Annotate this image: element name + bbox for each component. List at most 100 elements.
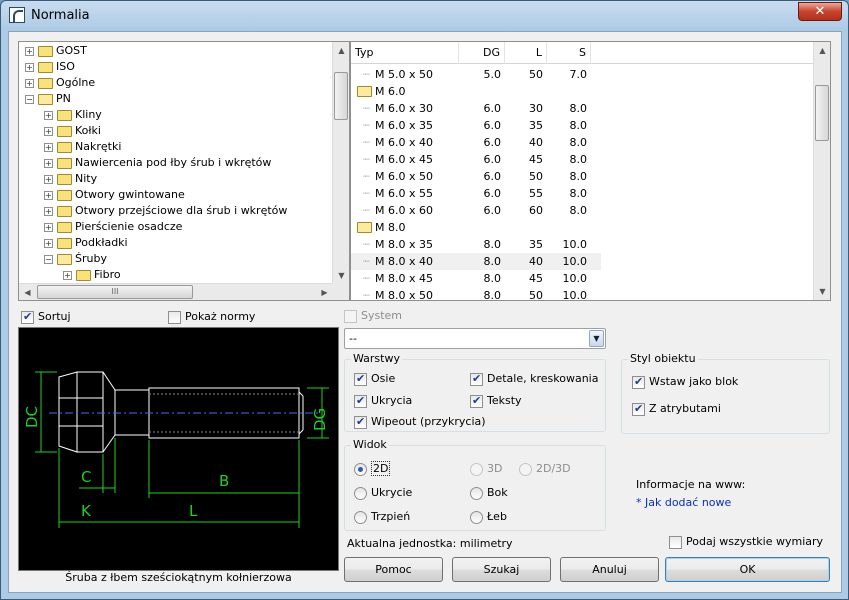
expand-icon[interactable]: + [63,270,72,280]
column-header-s[interactable]: S [547,42,591,64]
table-row[interactable]: ┈ M 6.0 x 40 6.0 40 8.0 [351,134,601,151]
tree-item[interactable]: − Śruby [44,251,107,267]
checkbox-box[interactable] [21,310,34,324]
sortuj-checkbox[interactable]: Sortuj [21,310,71,324]
title-bar[interactable]: Normalia ✕ [1,1,848,31]
table-row[interactable]: ┈ M 8.0 x 40 8.0 40 10.0 [351,253,601,270]
table-row[interactable]: ┈ M 5.0 x 50 5.0 50 7.0 [351,66,601,83]
radio-button[interactable] [354,462,367,476]
checkbox-box[interactable] [354,394,367,408]
list-vertical-scrollbar[interactable]: ▲ ▼ [813,42,830,300]
checkbox-box[interactable] [168,310,181,324]
column-header-l[interactable]: L [505,42,547,64]
expand-icon[interactable]: + [44,110,53,120]
widok-2d3d-radio[interactable]: 2D/3D [519,462,571,476]
scroll-thumb[interactable] [815,85,829,141]
ok-button[interactable]: OK [665,557,830,582]
radio-button[interactable] [470,462,483,476]
collapse-icon[interactable]: − [25,94,34,104]
widok-leb-radio[interactable]: Łeb [470,510,507,524]
teksty-checkbox[interactable]: Teksty [470,394,522,408]
table-row[interactable]: ┈ M 6.0 x 55 6.0 55 8.0 [351,185,601,202]
table-row[interactable]: ┈ M 6.0 x 30 6.0 30 8.0 [351,100,601,117]
checkbox-box[interactable] [354,415,367,429]
scroll-down-icon[interactable]: ▼ [814,283,830,300]
radio-button[interactable] [470,510,483,524]
widok-trzpien-radio[interactable]: Trzpień [354,510,410,524]
table-row[interactable]: ┈ M 6.0 x 35 6.0 35 8.0 [351,117,601,134]
checkbox-box[interactable] [470,372,483,386]
table-row[interactable]: ┈ M 8.0 x 45 8.0 45 10.0 [351,270,601,287]
osie-checkbox[interactable]: Osie [354,372,395,386]
checkbox-box[interactable] [470,394,483,408]
tree-item[interactable]: + Nakrętki [44,139,121,155]
column-header-typ[interactable]: Typ [351,42,459,64]
pomoc-button[interactable]: Pomoc [344,557,443,582]
table-row[interactable]: ┈ M 6.0 x 50 6.0 50 8.0 [351,168,601,185]
scroll-thumb[interactable] [334,72,348,120]
expand-icon[interactable]: + [44,158,53,168]
scroll-down-icon[interactable]: ▼ [333,267,349,284]
expand-icon[interactable]: + [44,190,53,200]
tree-item[interactable]: + Otwory przejściowe dla śrub i wkrętów [44,203,287,219]
checkbox-box[interactable] [354,372,367,386]
szukaj-button[interactable]: Szukaj [452,557,551,582]
ukrycia-checkbox[interactable]: Ukrycia [354,394,412,408]
radio-button[interactable] [470,486,483,500]
widok-2d-radio[interactable]: 2D [354,461,391,476]
column-header-dg[interactable]: DG [459,42,505,64]
tree-item[interactable]: + Fibro [63,267,121,283]
radio-button[interactable] [519,462,532,476]
tree-item[interactable]: + Otwory gwintowane [44,187,185,203]
scroll-up-icon[interactable]: ▲ [333,42,349,59]
tree-horizontal-scrollbar[interactable]: ◀ III ▶ [19,283,333,300]
expand-icon[interactable]: + [25,62,34,72]
anuluj-button[interactable]: Anuluj [560,557,659,582]
checkbox-box[interactable] [344,309,357,323]
radio-button[interactable] [354,510,367,524]
collapse-icon[interactable]: − [44,254,53,264]
tree-item[interactable]: + ISO [25,59,75,75]
scroll-left-icon[interactable]: ◀ [19,284,36,300]
expand-icon[interactable]: + [25,46,34,56]
tree-item[interactable]: + GOST [25,43,87,59]
widok-ukrycie-radio[interactable]: Ukrycie [354,486,412,500]
system-combobox[interactable]: -- ▼ [344,328,606,349]
pokaz-normy-checkbox[interactable]: Pokaż normy [168,310,255,324]
wstaw-jako-blok-checkbox[interactable]: Wstaw jako blok [632,375,738,389]
system-checkbox[interactable]: System [344,309,402,323]
close-button[interactable]: ✕ [798,2,842,21]
tree-item[interactable]: + Pierścienie osadcze [44,219,182,235]
scroll-up-icon[interactable]: ▲ [814,42,830,59]
table-row[interactable]: ┈ M 6.0 x 60 6.0 60 8.0 [351,202,601,219]
list-group-row[interactable]: M 6.0 [351,83,601,100]
checkbox-box[interactable] [632,402,645,416]
table-row[interactable]: ┈ M 8.0 x 50 8.0 50 10.0 [351,287,601,300]
wipeout-checkbox[interactable]: Wipeout (przykrycia) [354,415,486,429]
scroll-thumb[interactable]: III [37,285,193,299]
expand-icon[interactable]: + [44,222,53,232]
widok-bok-radio[interactable]: Bok [470,486,508,500]
tree-item[interactable]: + Kołki [44,123,101,139]
parts-list[interactable]: Typ DG L S ┈ M 5.0 x 50 5.0 50 7.0 M 6.0 ┈ M 6.… [350,41,831,301]
table-row[interactable]: ┈ M 8.0 x 35 8.0 35 10.0 [351,236,601,253]
widok-3d-radio[interactable]: 3D [470,462,502,476]
norm-tree[interactable]: + GOST + ISO + Ogólne − PN + Kliny + Kołki + Nakrętki… [18,41,350,301]
list-group-row[interactable]: M 8.0 [351,219,601,236]
z-atrybutami-checkbox[interactable]: Z atrybutami [632,402,721,416]
expand-icon[interactable]: + [25,78,34,88]
expand-icon[interactable]: + [44,238,53,248]
expand-icon[interactable]: + [44,142,53,152]
tree-item[interactable]: + Nity [44,171,97,187]
checkbox-box[interactable] [669,535,682,549]
tree-item[interactable]: + Nawiercenia pod łby śrub i wkrętów [44,155,271,171]
podaj-wszystkie-wymiary-checkbox[interactable]: Podaj wszystkie wymiary [669,535,823,549]
tree-item[interactable]: + Ogólne [25,75,95,91]
chevron-down-icon[interactable]: ▼ [589,330,604,347]
expand-icon[interactable]: + [44,206,53,216]
expand-icon[interactable]: + [44,174,53,184]
radio-button[interactable] [354,486,367,500]
detale-checkbox[interactable]: Detale, kreskowania [470,372,598,386]
tree-item[interactable]: − PN [25,91,71,107]
table-row[interactable]: ┈ M 6.0 x 45 6.0 45 8.0 [351,151,601,168]
